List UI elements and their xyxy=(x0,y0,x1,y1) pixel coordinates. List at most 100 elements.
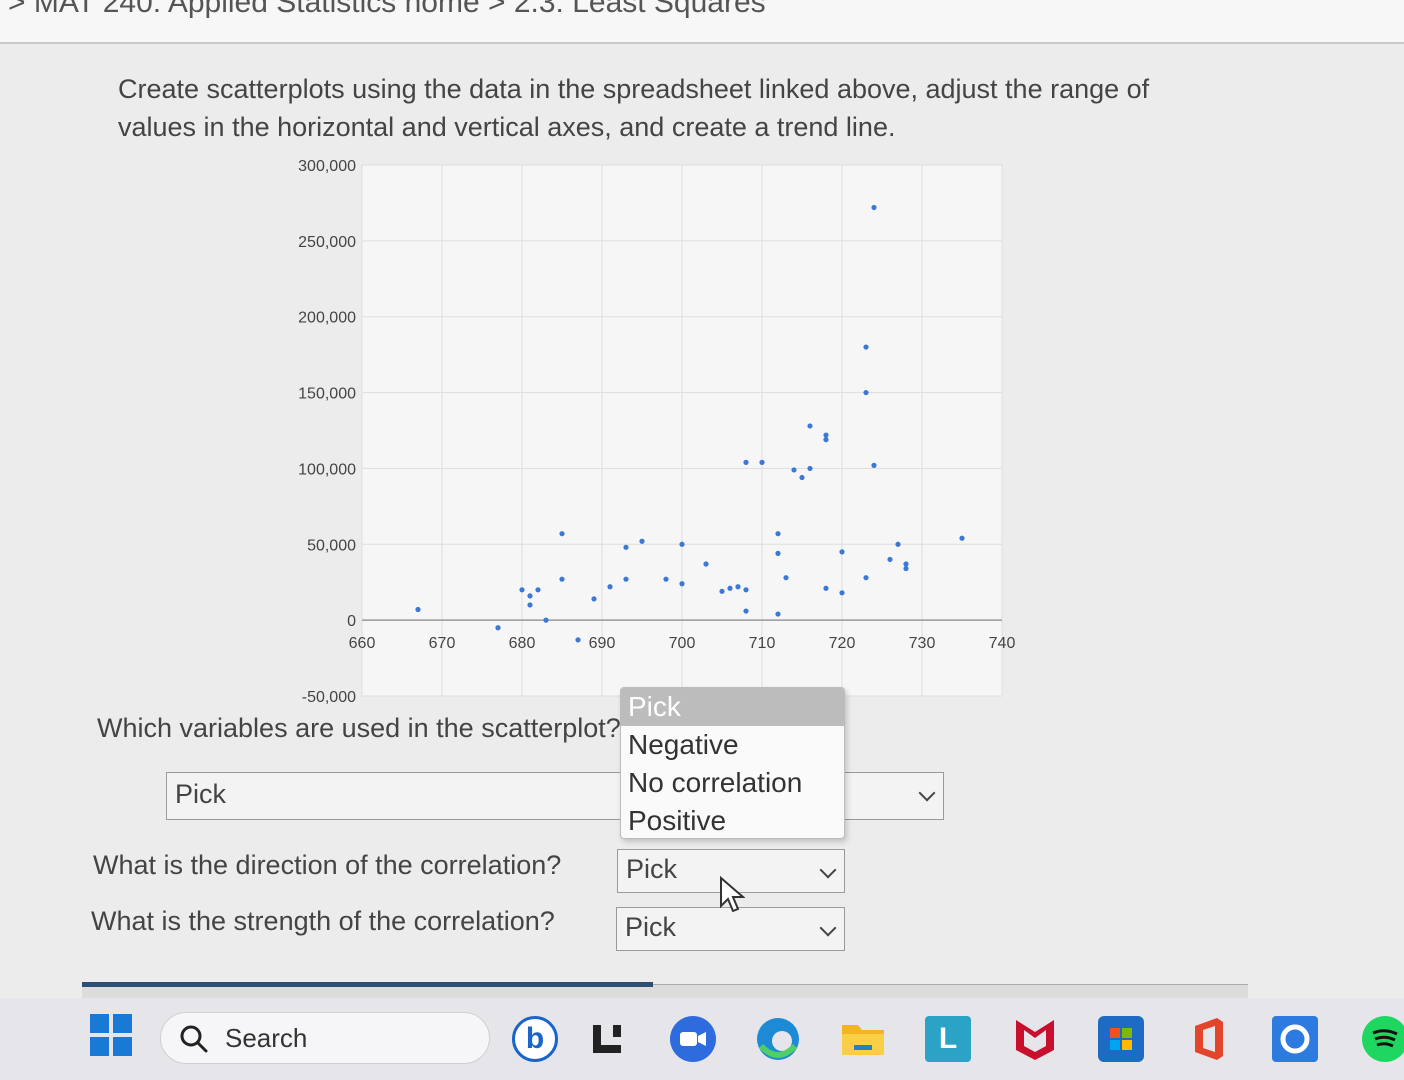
data-point xyxy=(719,588,725,594)
x-tick-label: 740 xyxy=(989,635,1016,652)
data-point xyxy=(743,608,749,614)
file-explorer-icon[interactable] xyxy=(840,1016,886,1062)
taskbar: Search b L xyxy=(0,998,1404,1080)
data-point xyxy=(679,581,685,587)
x-tick-label: 670 xyxy=(429,635,456,652)
taskbar-search[interactable]: Search xyxy=(160,1012,490,1064)
data-point xyxy=(823,585,829,591)
data-point xyxy=(527,593,533,599)
data-point xyxy=(863,389,869,396)
x-tick-label: 660 xyxy=(349,635,376,652)
data-point xyxy=(863,344,869,350)
mcafee-icon[interactable] xyxy=(1012,1016,1058,1062)
data-point xyxy=(775,550,781,556)
x-tick-label: 690 xyxy=(589,635,616,652)
data-point xyxy=(791,467,797,473)
data-point xyxy=(863,575,869,581)
question-variables: Which variables are used in the scatterp… xyxy=(97,713,621,743)
libreoffice-icon[interactable] xyxy=(584,1016,630,1062)
spotify-icon[interactable] xyxy=(1362,1016,1404,1062)
data-point xyxy=(575,637,581,643)
data-point xyxy=(735,584,741,590)
data-point xyxy=(743,587,749,593)
data-point xyxy=(527,602,533,608)
x-tick-label: 700 xyxy=(669,635,696,652)
question-strength: What is the strength of the correlation? xyxy=(91,906,555,936)
mouse-cursor-icon xyxy=(720,876,745,913)
x-tick-label: 720 xyxy=(829,635,856,652)
data-point xyxy=(679,541,685,547)
data-point xyxy=(783,575,789,581)
y-tick-label: 50,000 xyxy=(307,537,356,554)
y-tick-label: 200,000 xyxy=(298,310,356,327)
data-point xyxy=(623,544,629,550)
x-tick-label: 680 xyxy=(509,635,536,652)
data-point xyxy=(903,565,909,572)
data-point xyxy=(823,432,829,438)
x-tick-label: 730 xyxy=(909,635,936,652)
data-point xyxy=(743,459,749,465)
zoom-icon[interactable] xyxy=(670,1016,716,1062)
data-point xyxy=(559,576,565,582)
correlation-dropdown-list[interactable]: Pick Negative No correlation Positive xyxy=(620,687,845,839)
data-point xyxy=(895,541,901,547)
data-point xyxy=(959,535,965,541)
data-point xyxy=(807,423,813,429)
dropdown-option-no-correlation[interactable]: No correlation xyxy=(621,764,844,802)
data-point xyxy=(415,606,421,613)
data-point xyxy=(495,625,501,631)
data-point xyxy=(663,576,669,582)
data-point xyxy=(871,204,877,211)
search-label: Search xyxy=(225,1023,308,1053)
chevron-down-icon xyxy=(819,861,837,879)
y-tick-label: 0 xyxy=(347,613,356,630)
data-point xyxy=(543,617,549,623)
search-icon xyxy=(180,1025,208,1053)
x-tick-label: 710 xyxy=(749,635,776,652)
progress-bar xyxy=(82,982,1248,999)
dropdown-option-negative[interactable]: Negative xyxy=(621,726,844,764)
variables-select-value: Pick xyxy=(175,779,227,809)
question-direction: What is the direction of the correlation… xyxy=(93,850,562,880)
cortana-icon[interactable] xyxy=(1272,1016,1318,1062)
direction-select-value: Pick xyxy=(626,854,678,884)
data-point xyxy=(903,561,909,567)
y-tick-label: -50,000 xyxy=(302,689,356,706)
y-tick-label: 300,000 xyxy=(298,158,356,175)
dropdown-option-positive[interactable]: Positive xyxy=(621,802,844,838)
chevron-down-icon xyxy=(918,784,936,802)
data-point xyxy=(703,561,709,567)
data-point xyxy=(775,531,781,537)
data-point xyxy=(887,556,893,563)
y-tick-label: 100,000 xyxy=(298,461,356,478)
data-point xyxy=(823,437,829,443)
data-point xyxy=(519,587,525,593)
lockdown-browser-icon[interactable]: L xyxy=(925,1016,971,1062)
progress-bar-fill xyxy=(82,982,654,987)
y-tick-label: 150,000 xyxy=(298,386,356,403)
data-point xyxy=(623,576,629,582)
bing-icon[interactable]: b xyxy=(512,1016,558,1062)
strength-select-value: Pick xyxy=(625,912,677,942)
data-point xyxy=(839,549,845,555)
office-icon[interactable] xyxy=(1186,1016,1232,1062)
data-point xyxy=(871,462,877,468)
data-point xyxy=(807,465,813,472)
windows-icon[interactable] xyxy=(90,1014,132,1056)
data-point xyxy=(639,538,645,544)
microsoft-store-icon[interactable] xyxy=(1098,1016,1144,1062)
dropdown-option-pick[interactable]: Pick xyxy=(621,688,844,726)
data-point xyxy=(607,584,613,590)
data-point xyxy=(727,585,733,591)
data-point xyxy=(775,611,781,617)
edge-icon[interactable] xyxy=(755,1016,801,1062)
data-point xyxy=(799,474,805,481)
y-tick-label: 250,000 xyxy=(298,234,356,251)
data-point xyxy=(759,459,765,465)
chevron-down-icon xyxy=(819,919,837,937)
chart-grid xyxy=(361,164,1003,697)
data-point xyxy=(559,531,565,537)
data-point xyxy=(535,587,541,593)
data-point xyxy=(591,596,597,602)
data-point xyxy=(839,590,845,596)
